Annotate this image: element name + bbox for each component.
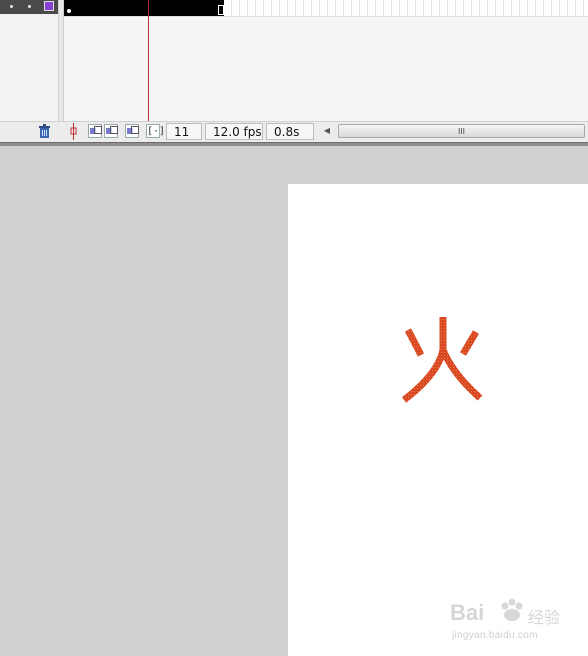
tween-span[interactable]	[64, 0, 224, 16]
visibility-dot-icon[interactable]	[10, 5, 13, 8]
watermark-brand: Bai	[450, 600, 485, 625]
onion-skin-outline-icon[interactable]	[104, 124, 118, 138]
watermark-suffix: 经验	[528, 610, 561, 627]
lock-dot-icon[interactable]	[28, 5, 31, 8]
end-frame-icon	[218, 5, 224, 15]
scroll-grip: III	[457, 127, 466, 136]
baidu-watermark: Bai 经验 jingyan.baidu.com	[448, 594, 588, 650]
timeline-scrollbar[interactable]: III	[338, 124, 585, 138]
keyframe-dot-icon	[67, 9, 71, 13]
paw-icon	[501, 598, 523, 621]
current-frame-readout: 11	[166, 123, 202, 140]
timeline-panel: [·] 11 12.0 fps 0.8s ◀ III	[0, 0, 588, 142]
onion-skin-icon[interactable]	[88, 124, 102, 138]
center-frame-icon[interactable]	[69, 123, 78, 140]
stage-canvas[interactable]: 火 Bai 经验 jingyan.baidu.com	[288, 184, 588, 656]
modify-markers-icon[interactable]: [·]	[146, 124, 165, 138]
frame-rate-readout[interactable]: 12.0 fps	[205, 123, 263, 140]
frame-grid[interactable]	[64, 0, 588, 121]
scroll-left-icon[interactable]: ◀	[320, 124, 334, 138]
layer-list	[0, 0, 59, 121]
layer-row[interactable]	[0, 0, 58, 14]
layer-color-swatch[interactable]	[44, 1, 54, 11]
edit-multiple-frames-icon[interactable]	[125, 124, 139, 138]
trash-icon[interactable]	[38, 124, 51, 138]
elapsed-time-readout: 0.8s	[266, 123, 314, 140]
fire-character[interactable]: 火	[398, 312, 488, 412]
timeline-status-bar: [·] 11 12.0 fps 0.8s ◀ III	[0, 121, 588, 142]
watermark-url: jingyan.baidu.com	[452, 630, 538, 641]
panel-divider[interactable]	[0, 142, 588, 146]
